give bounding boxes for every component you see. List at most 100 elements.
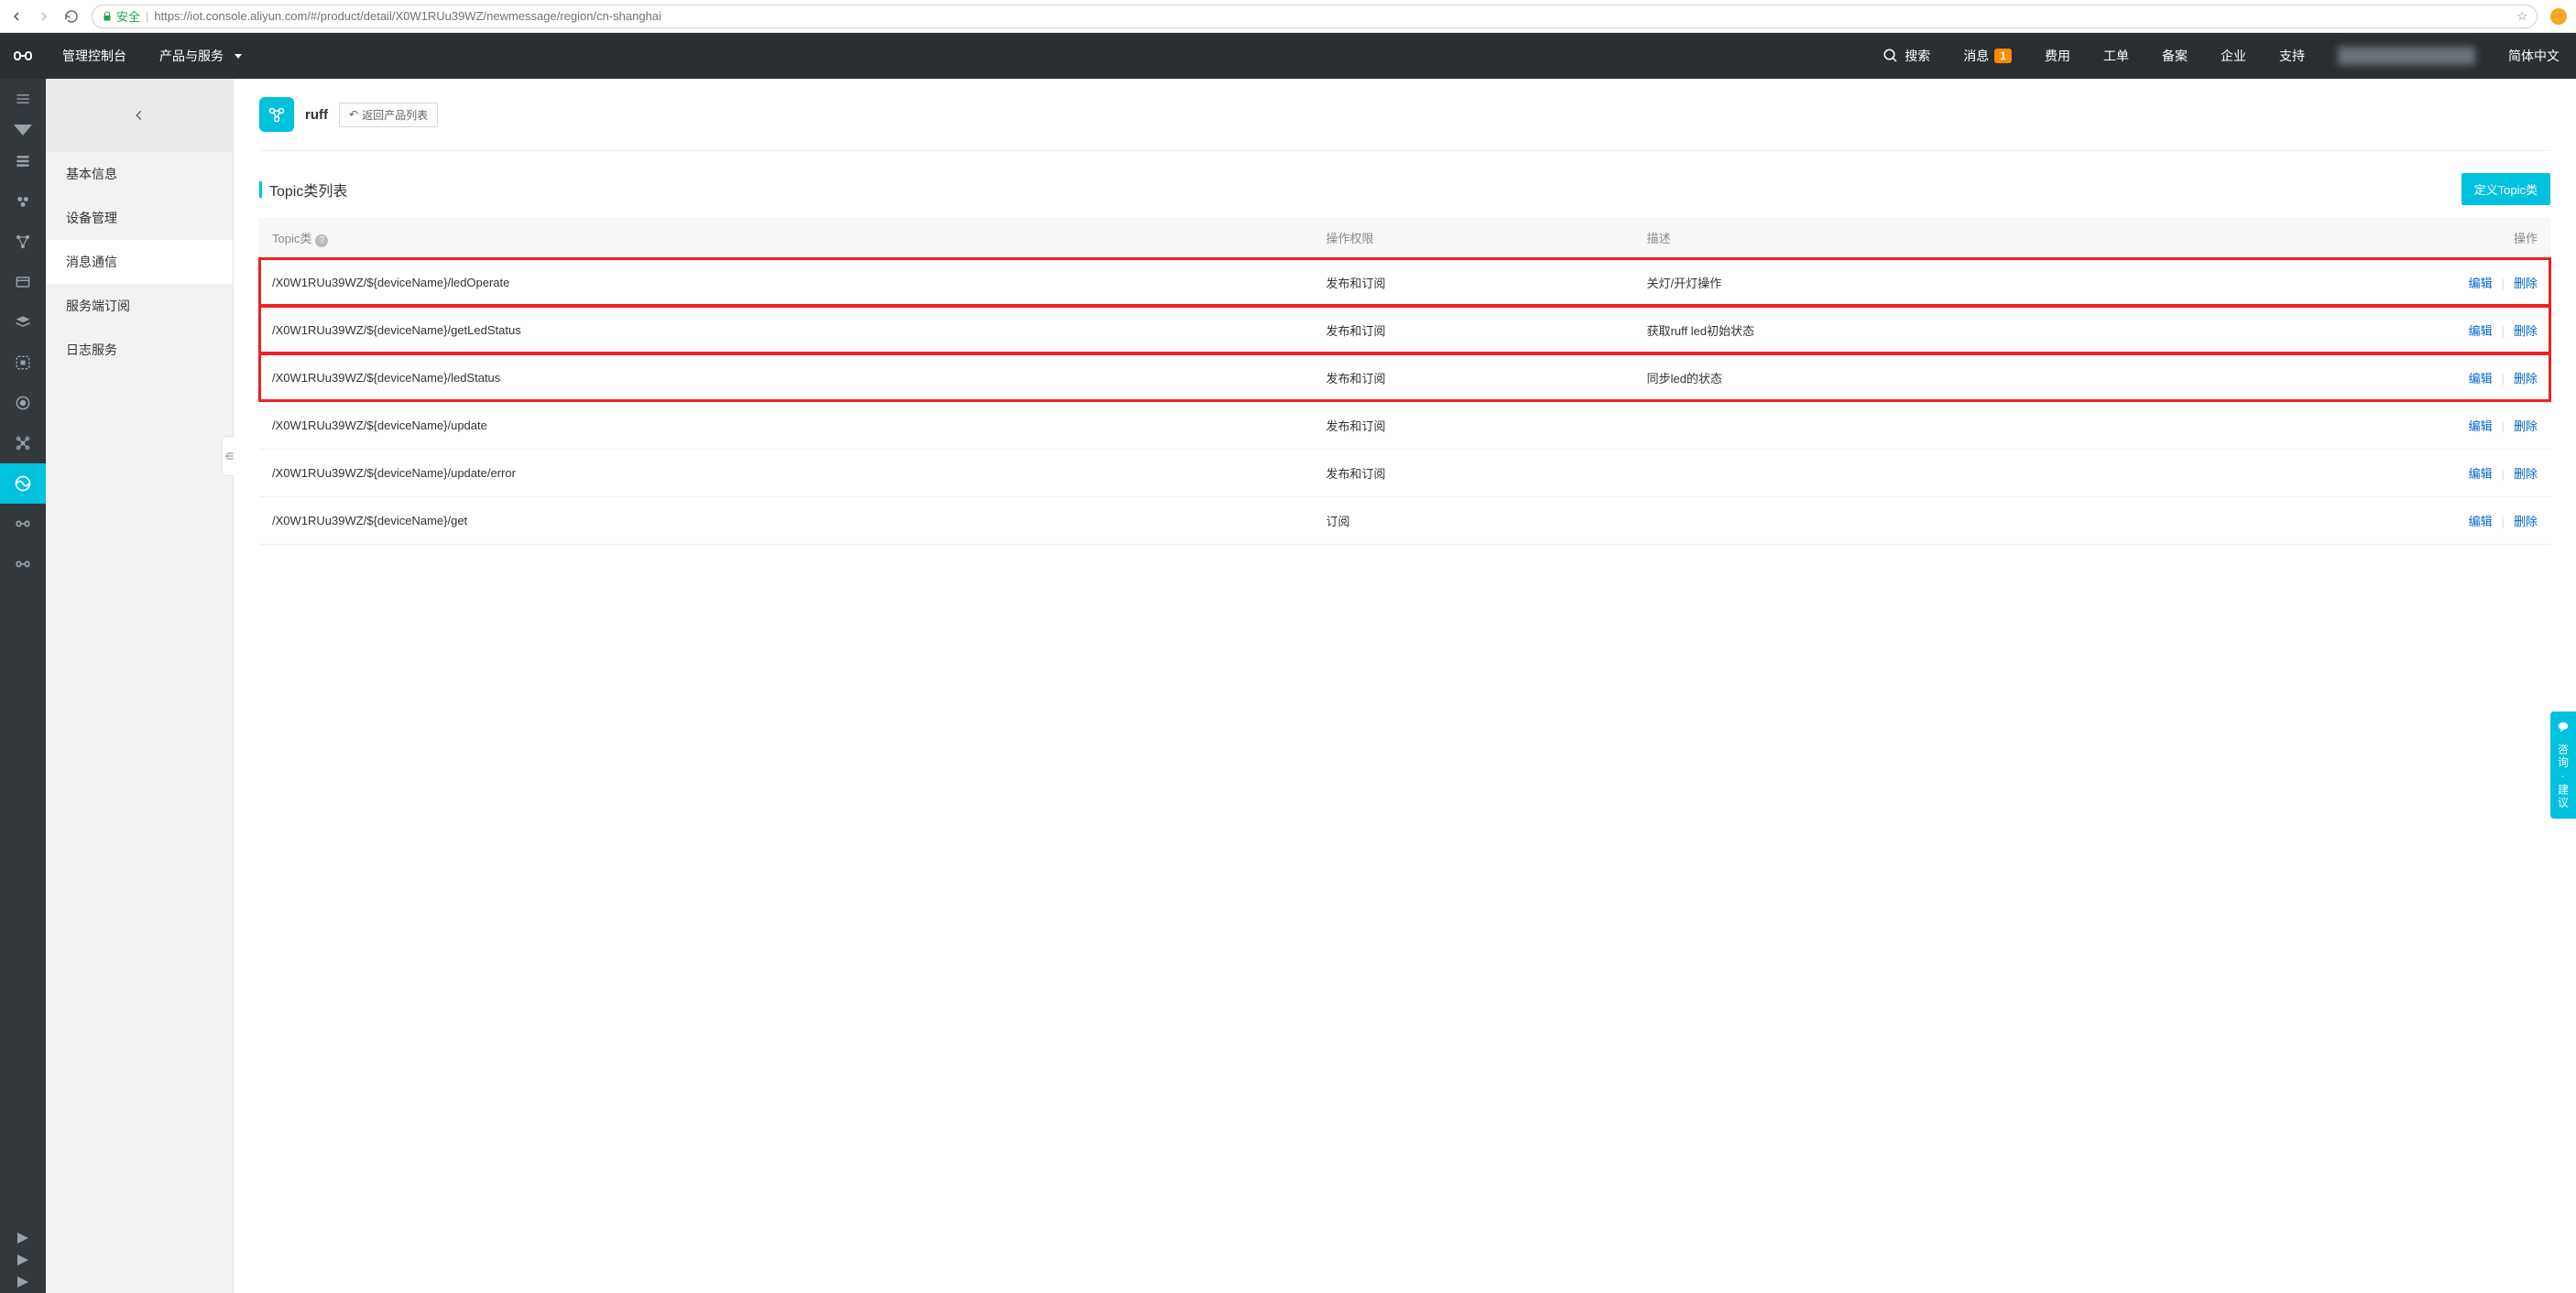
product-name: ruff xyxy=(305,107,328,123)
url-text: https://iot.console.aliyun.com/#/product… xyxy=(154,9,2511,23)
messages-button[interactable]: 消息 1 xyxy=(1947,33,2028,79)
delete-link[interactable]: 删除 xyxy=(2514,419,2538,433)
back-icon[interactable] xyxy=(9,9,24,24)
topic-table: Topic类? 操作权限 描述 操作 /X0W1RUu39WZ/${device… xyxy=(259,218,2550,545)
edit-link[interactable]: 编辑 xyxy=(2469,419,2493,433)
search-button[interactable]: 搜索 xyxy=(1866,33,1947,79)
cell-description: 关灯/开灯操作 xyxy=(1634,258,2230,306)
rail-item-4[interactable] xyxy=(0,262,46,302)
table-row: /X0W1RUu39WZ/${deviceName}/ledOperate发布和… xyxy=(259,258,2550,306)
cell-topic: /X0W1RUu39WZ/${deviceName}/ledStatus xyxy=(259,353,1313,401)
rail-item-10[interactable] xyxy=(0,544,46,584)
cell-actions: 编辑|删除 xyxy=(2230,306,2550,353)
help-icon[interactable]: ? xyxy=(315,234,328,247)
sidebar-back-button[interactable] xyxy=(46,79,233,152)
edit-link[interactable]: 编辑 xyxy=(2469,515,2493,528)
cell-permission: 发布和订阅 xyxy=(1313,353,1633,401)
rail-expand-3[interactable] xyxy=(0,1271,46,1293)
delete-link[interactable]: 删除 xyxy=(2514,324,2538,338)
return-arrow-icon: ↶ xyxy=(349,108,358,121)
rail-item-7[interactable] xyxy=(0,383,46,423)
delete-link[interactable]: 删除 xyxy=(2514,467,2538,481)
col-topic: Topic类? xyxy=(259,218,1313,258)
table-row: /X0W1RUu39WZ/${deviceName}/ledStatus发布和订… xyxy=(259,353,2550,401)
account-name-blurred xyxy=(2338,47,2475,65)
cell-topic: /X0W1RUu39WZ/${deviceName}/get xyxy=(259,496,1313,544)
cell-actions: 编辑|删除 xyxy=(2230,496,2550,544)
define-topic-button[interactable]: 定义Topic类 xyxy=(2461,173,2550,205)
col-description: 描述 xyxy=(1634,218,2230,258)
cell-description: 同步led的状态 xyxy=(1634,353,2230,401)
hamburger-icon[interactable] xyxy=(0,79,46,119)
cell-actions: 编辑|删除 xyxy=(2230,353,2550,401)
rail-item-iot[interactable] xyxy=(0,463,46,504)
products-services-menu[interactable]: 产品与服务 xyxy=(143,33,258,79)
star-icon[interactable]: ☆ xyxy=(2516,9,2527,24)
sidebar-item-1[interactable]: 设备管理 xyxy=(46,196,233,240)
table-row: /X0W1RUu39WZ/${deviceName}/get订阅 编辑|删除 xyxy=(259,496,2550,544)
secure-label: 安全 xyxy=(116,7,140,25)
topbar-item-3[interactable]: 企业 xyxy=(2204,33,2263,79)
edit-link[interactable]: 编辑 xyxy=(2469,467,2493,481)
cell-permission: 发布和订阅 xyxy=(1313,258,1633,306)
console-home[interactable]: 管理控制台 xyxy=(46,33,143,79)
messages-badge: 1 xyxy=(1994,49,2012,63)
topbar-item-1[interactable]: 工单 xyxy=(2087,33,2145,79)
table-row: /X0W1RUu39WZ/${deviceName}/update发布和订阅 编辑… xyxy=(259,401,2550,449)
cell-topic: /X0W1RUu39WZ/${deviceName}/update xyxy=(259,401,1313,449)
service-rail xyxy=(0,79,46,1293)
rail-item-8[interactable] xyxy=(0,423,46,463)
delete-link[interactable]: 删除 xyxy=(2514,372,2538,386)
sidebar-item-3[interactable]: 服务端订阅 xyxy=(46,284,233,328)
sidebar-item-4[interactable]: 日志服务 xyxy=(46,328,233,372)
delete-link[interactable]: 删除 xyxy=(2514,277,2538,290)
back-to-product-list-button[interactable]: ↶ 返回产品列表 xyxy=(339,103,438,127)
rail-expand-2[interactable] xyxy=(0,1249,46,1271)
cell-actions: 编辑|删除 xyxy=(2230,449,2550,496)
cell-topic: /X0W1RUu39WZ/${deviceName}/getLedStatus xyxy=(259,306,1313,353)
col-actions: 操作 xyxy=(2230,218,2550,258)
cell-actions: 编辑|删除 xyxy=(2230,258,2550,306)
lock-icon: 安全 xyxy=(102,7,140,25)
edit-link[interactable]: 编辑 xyxy=(2469,324,2493,338)
aliyun-logo-icon[interactable] xyxy=(0,33,46,79)
table-row: /X0W1RUu39WZ/${deviceName}/getLedStatus发… xyxy=(259,306,2550,353)
rail-item-3[interactable] xyxy=(0,222,46,262)
reload-icon[interactable] xyxy=(64,9,79,24)
account-menu[interactable] xyxy=(2321,33,2492,79)
sidebar-item-2[interactable]: 消息通信 xyxy=(46,240,233,284)
edit-link[interactable]: 编辑 xyxy=(2469,372,2493,386)
rail-expand-1[interactable] xyxy=(0,1227,46,1249)
content-area: ruff ↶ 返回产品列表 Topic类列表 定义Topic类 Topic类? … xyxy=(234,79,2576,1293)
delete-link[interactable]: 删除 xyxy=(2514,515,2538,528)
feedback-tab[interactable]: 咨询·建议 xyxy=(2550,712,2576,819)
rail-item-9[interactable] xyxy=(0,504,46,544)
forward-icon[interactable] xyxy=(37,9,51,24)
topbar-item-2[interactable]: 备案 xyxy=(2145,33,2204,79)
cell-permission: 发布和订阅 xyxy=(1313,401,1633,449)
edit-link[interactable]: 编辑 xyxy=(2469,277,2493,290)
product-icon xyxy=(259,97,294,132)
rail-item-2[interactable] xyxy=(0,181,46,222)
address-bar[interactable]: 安全 | https://iot.console.aliyun.com/#/pr… xyxy=(92,5,2538,28)
section-title: Topic类列表 xyxy=(259,179,347,201)
topbar-item-4[interactable]: 支持 xyxy=(2263,33,2321,79)
sidebar-item-0[interactable]: 基本信息 xyxy=(46,152,233,196)
rail-dropdown-icon[interactable] xyxy=(0,119,46,141)
product-sidebar: 基本信息设备管理消息通信服务端订阅日志服务 xyxy=(46,79,234,1293)
cell-permission: 订阅 xyxy=(1313,496,1633,544)
cell-actions: 编辑|删除 xyxy=(2230,401,2550,449)
topbar-item-0[interactable]: 费用 xyxy=(2028,33,2087,79)
table-header-row: Topic类? 操作权限 描述 操作 xyxy=(259,218,2550,258)
language-menu[interactable]: 简体中文 xyxy=(2492,33,2576,79)
cell-permission: 发布和订阅 xyxy=(1313,449,1633,496)
rail-item-1[interactable] xyxy=(0,141,46,181)
cell-description xyxy=(1634,449,2230,496)
profile-avatar-icon[interactable] xyxy=(2550,8,2567,25)
rail-item-6[interactable] xyxy=(0,342,46,383)
chat-icon xyxy=(2556,721,2571,736)
cell-permission: 发布和订阅 xyxy=(1313,306,1633,353)
cell-description: 获取ruff led初始状态 xyxy=(1634,306,2230,353)
rail-item-5[interactable] xyxy=(0,302,46,342)
console-topbar: 管理控制台 产品与服务 搜索 消息 1 费用工单备案企业支持 简体中文 xyxy=(0,33,2576,79)
